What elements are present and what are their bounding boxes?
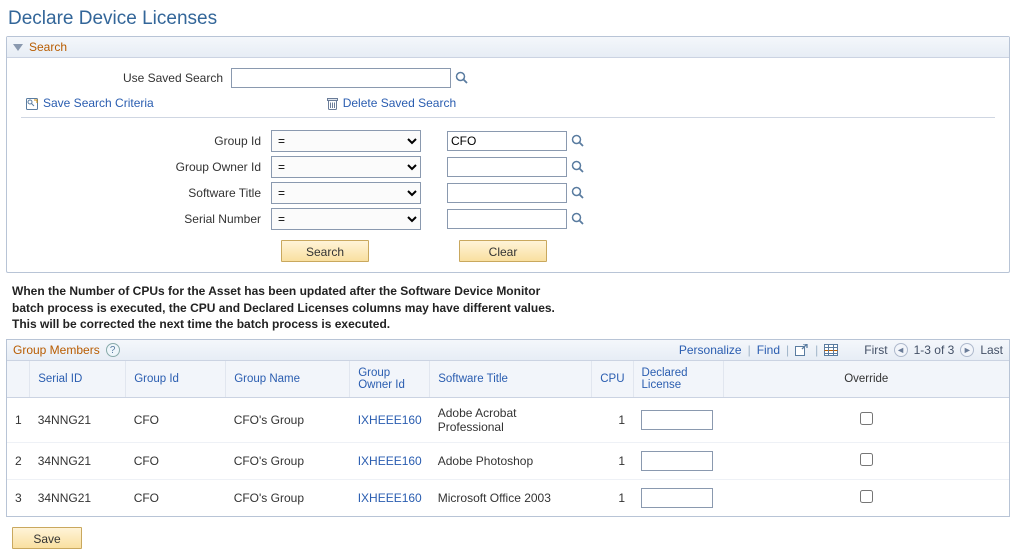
serial-number-input[interactable] [447, 209, 567, 229]
group-owner-link[interactable]: IXHEEE160 [358, 413, 422, 427]
group-id-cell: CFO [126, 443, 226, 480]
col-group-id[interactable]: Group Id [126, 361, 226, 398]
declared-license-input[interactable] [641, 488, 713, 508]
delete-saved-search-link[interactable]: Delete Saved Search [343, 96, 456, 110]
col-group-owner-id[interactable]: Group Owner Id [350, 361, 430, 398]
lookup-saved-search-icon[interactable] [455, 71, 469, 86]
range-label: 1-3 of 3 [914, 343, 955, 357]
group-id-input[interactable] [447, 131, 567, 151]
next-page-icon[interactable]: ► [960, 343, 974, 357]
serial-id-cell: 34NNG21 [30, 398, 126, 443]
info-line-3: This will be corrected the next time the… [12, 317, 390, 331]
grid-view-icon[interactable] [824, 344, 838, 356]
collapse-icon [13, 44, 23, 51]
page-title: Declare Device Licenses [8, 8, 1010, 30]
software-title-lookup-icon[interactable] [571, 185, 585, 200]
divider [21, 117, 995, 118]
save-search-icon [25, 96, 39, 111]
use-saved-search-input[interactable] [231, 68, 451, 88]
serial-number-label: Serial Number [21, 212, 271, 226]
search-panel-header[interactable]: Search [7, 37, 1009, 58]
software-title-cell: Adobe Acrobat Professional [430, 398, 592, 443]
prev-page-icon[interactable]: ◄ [894, 343, 908, 357]
cpu-cell: 1 [592, 443, 633, 480]
software-title-cell: Adobe Photoshop [430, 443, 592, 480]
row-num: 2 [7, 443, 30, 480]
save-search-criteria-link[interactable]: Save Search Criteria [43, 96, 154, 110]
table-row: 3 34NNG21 CFO CFO's Group IXHEEE160 Micr… [7, 480, 1009, 517]
declared-license-input[interactable] [641, 451, 713, 471]
col-group-name[interactable]: Group Name [226, 361, 350, 398]
software-title-label: Software Title [21, 186, 271, 200]
software-title-cell: Microsoft Office 2003 [430, 480, 592, 517]
first-label[interactable]: First [864, 343, 887, 357]
table-row: 2 34NNG21 CFO CFO's Group IXHEEE160 Adob… [7, 443, 1009, 480]
group-id-operator[interactable]: = [271, 130, 421, 152]
col-cpu[interactable]: CPU [592, 361, 633, 398]
override-checkbox[interactable] [860, 490, 873, 503]
help-icon[interactable]: ? [106, 343, 120, 357]
override-checkbox[interactable] [860, 412, 873, 425]
software-title-input[interactable] [447, 183, 567, 203]
serial-number-operator[interactable]: = [271, 208, 421, 230]
group-id-label: Group Id [21, 134, 271, 148]
personalize-link[interactable]: Personalize [679, 343, 742, 357]
search-panel: Search Use Saved Search Save Search Crit… [6, 36, 1010, 273]
serial-number-lookup-icon[interactable] [571, 211, 585, 226]
search-panel-title: Search [29, 40, 67, 54]
declared-license-input[interactable] [641, 410, 713, 430]
grid-title: Group Members [13, 343, 100, 357]
group-name-cell: CFO's Group [226, 480, 350, 517]
save-button[interactable]: Save [12, 527, 82, 549]
find-link[interactable]: Find [757, 343, 780, 357]
group-name-cell: CFO's Group [226, 398, 350, 443]
cpu-cell: 1 [592, 398, 633, 443]
col-declared-license[interactable]: Declared License [633, 361, 723, 398]
col-serial-id[interactable]: Serial ID [30, 361, 126, 398]
group-id-cell: CFO [126, 480, 226, 517]
software-title-operator[interactable]: = [271, 182, 421, 204]
group-name-cell: CFO's Group [226, 443, 350, 480]
group-owner-id-lookup-icon[interactable] [571, 159, 585, 174]
group-owner-id-operator[interactable]: = [271, 156, 421, 178]
row-num: 3 [7, 480, 30, 517]
col-software-title[interactable]: Software Title [430, 361, 592, 398]
use-saved-search-label: Use Saved Search [21, 71, 231, 85]
search-button[interactable]: Search [281, 240, 369, 262]
group-members-grid: Group Members ? Personalize | Find | | F… [6, 339, 1010, 517]
col-override: Override [723, 361, 1009, 398]
override-checkbox[interactable] [860, 453, 873, 466]
group-id-lookup-icon[interactable] [571, 133, 585, 148]
trash-icon [326, 96, 339, 111]
group-id-cell: CFO [126, 398, 226, 443]
col-rownum [7, 361, 30, 398]
row-num: 1 [7, 398, 30, 443]
info-line-2: batch process is executed, the CPU and D… [12, 301, 555, 315]
info-text: When the Number of CPUs for the Asset ha… [12, 283, 1006, 333]
group-owner-link[interactable]: IXHEEE160 [358, 491, 422, 505]
clear-button[interactable]: Clear [459, 240, 547, 262]
group-owner-id-label: Group Owner Id [21, 160, 271, 174]
popout-icon[interactable] [795, 344, 809, 357]
serial-id-cell: 34NNG21 [30, 480, 126, 517]
group-owner-id-input[interactable] [447, 157, 567, 177]
cpu-cell: 1 [592, 480, 633, 517]
group-owner-link[interactable]: IXHEEE160 [358, 454, 422, 468]
last-label[interactable]: Last [980, 343, 1003, 357]
info-line-1: When the Number of CPUs for the Asset ha… [12, 284, 540, 298]
serial-id-cell: 34NNG21 [30, 443, 126, 480]
table-row: 1 34NNG21 CFO CFO's Group IXHEEE160 Adob… [7, 398, 1009, 443]
